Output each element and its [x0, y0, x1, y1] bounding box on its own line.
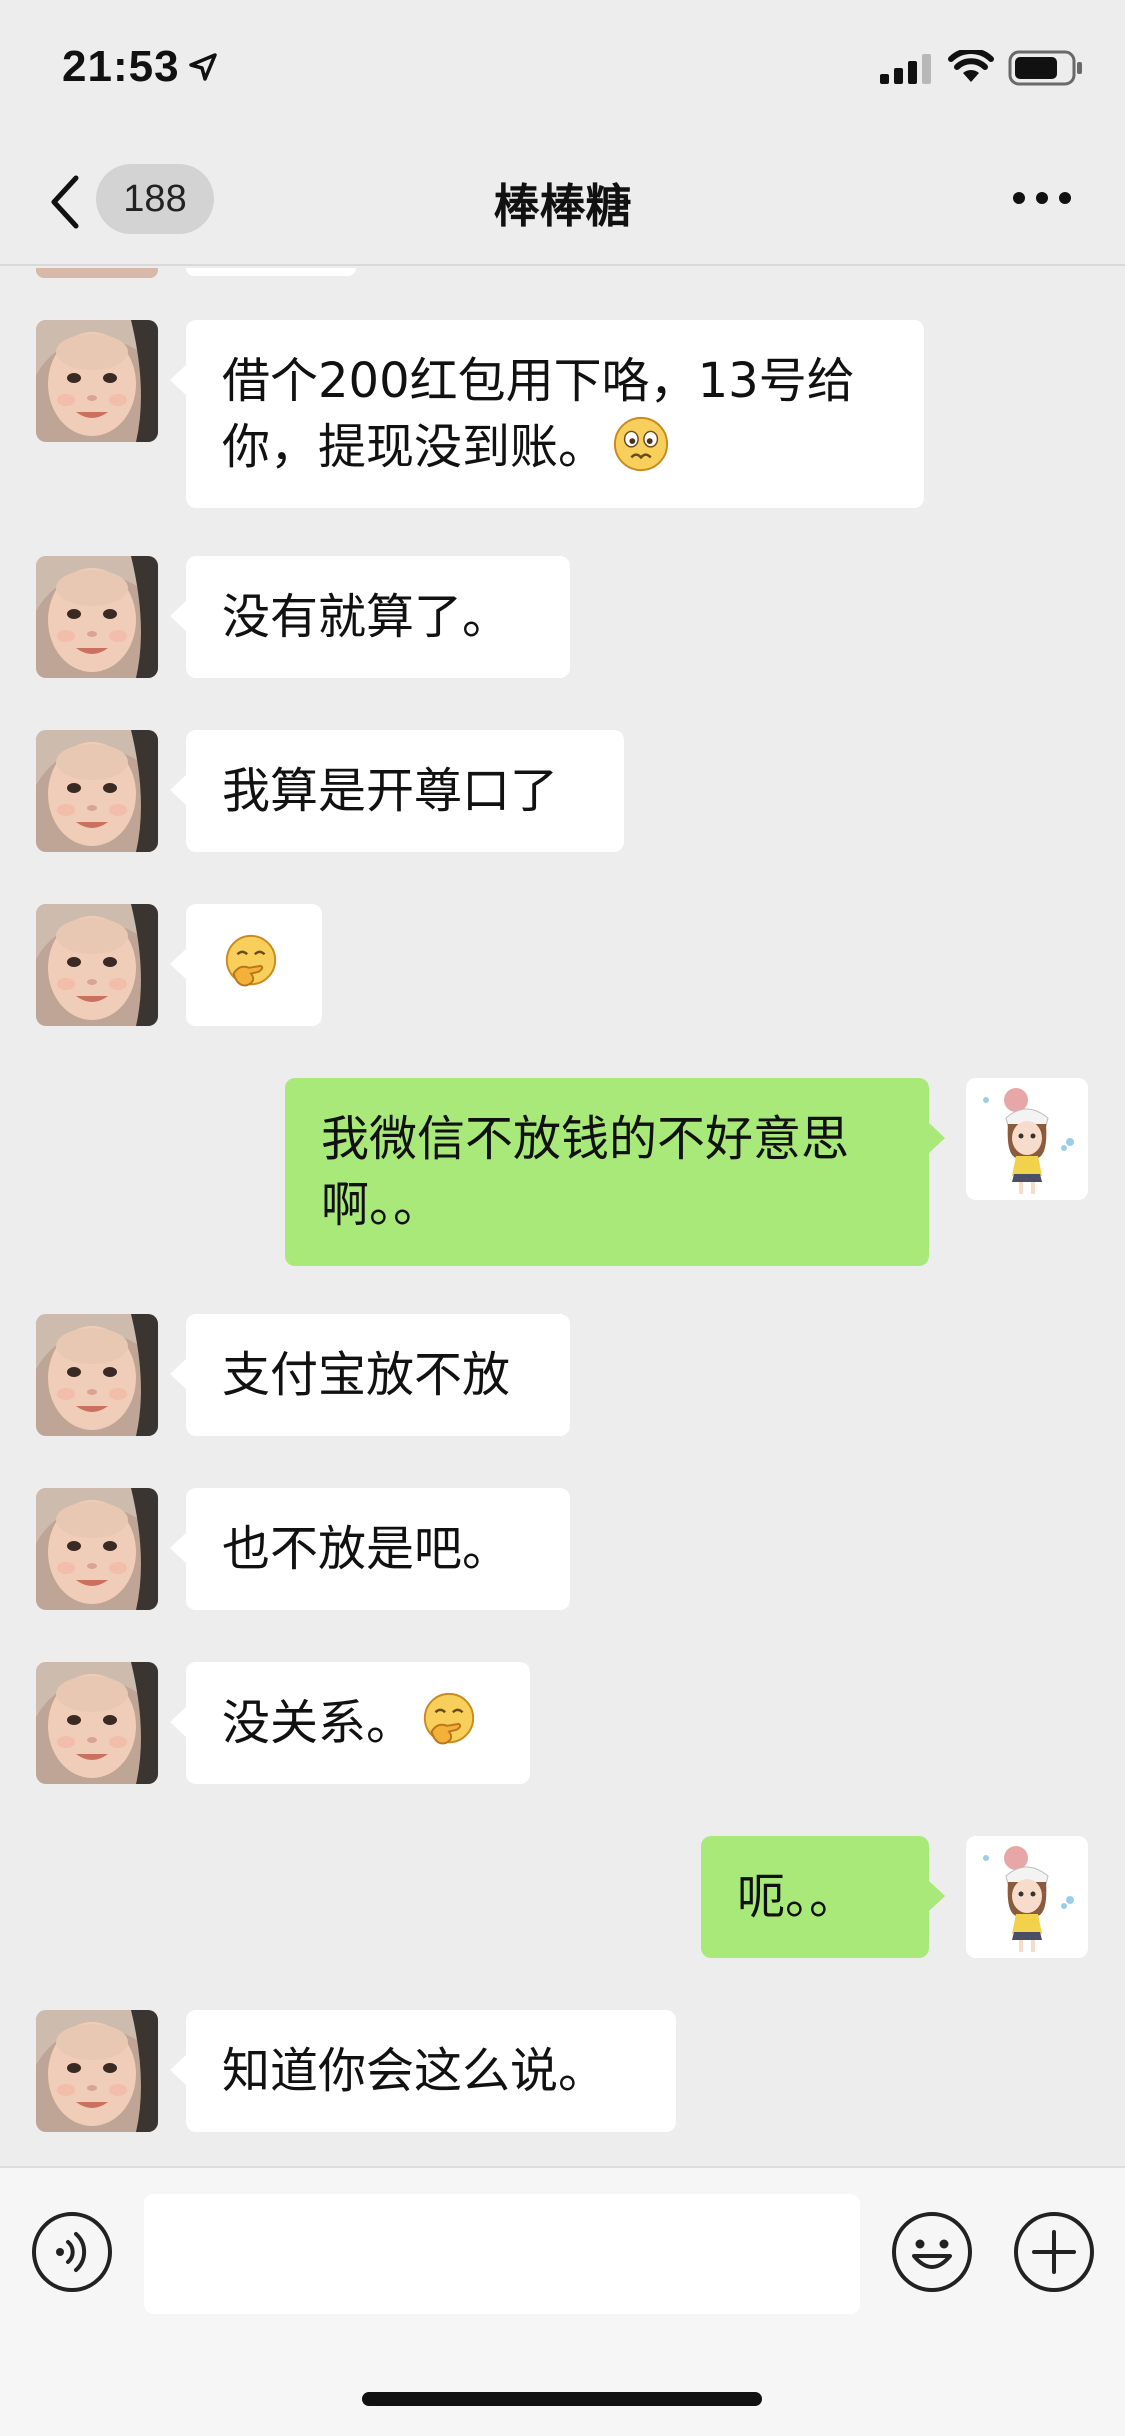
message-bubble-outgoing[interactable]: 我微信不放钱的不好意思 啊。。 [285, 1078, 945, 1266]
hand-over-mouth-face-emoji-icon [420, 1691, 478, 1749]
smiley-icon[interactable] [890, 2210, 974, 2298]
message-bubble[interactable]: 知道你会这么说。 [170, 2010, 676, 2132]
user-avatar[interactable] [966, 1078, 1088, 1200]
contact-avatar[interactable] [36, 730, 158, 852]
message-text-line: 支付宝放不放 [222, 1347, 511, 1403]
message-text-line: 借个200红包用下咯，13号给 [222, 353, 855, 409]
message-list[interactable]: 借个200红包用下咯，13号给 你，提现没到账。 没有就算了。 我算是开尊口了 … [0, 268, 1125, 2166]
contact-avatar[interactable] [36, 1488, 158, 1610]
message-text-line: 也不放是吧。 [222, 1521, 511, 1577]
message-text-line: 我算是开尊口了 [222, 763, 559, 819]
plus-circle-icon[interactable] [1012, 2210, 1096, 2298]
message-bubble-outgoing[interactable]: 呃。。 [701, 1836, 945, 1958]
message-text-line: 你，提现没到账。 [222, 414, 888, 480]
hand-over-mouth-face-emoji-icon [222, 933, 280, 991]
message-bubble[interactable]: 没关系。 [170, 1662, 530, 1784]
voice-icon[interactable] [30, 2210, 114, 2298]
message-bubble[interactable]: 支付宝放不放 [170, 1314, 570, 1436]
contact-avatar[interactable] [36, 904, 158, 1026]
chat-header: 188 棒棒糖 [0, 140, 1125, 266]
contact-avatar[interactable] [36, 556, 158, 678]
contact-avatar[interactable] [36, 1314, 158, 1436]
more-dots-icon[interactable] [1012, 190, 1072, 210]
message-text-line: 没有就算了。 [222, 589, 511, 645]
message-bubble[interactable] [170, 904, 322, 1026]
message-text-line: 呃。。 [737, 1869, 858, 1925]
wifi-icon [948, 48, 994, 88]
status-time: 21:53 [62, 42, 180, 91]
location-arrow-icon [188, 52, 218, 86]
message-bubble-partial [186, 268, 356, 276]
status-bar: 21:53 [0, 0, 1125, 140]
battery-icon [1008, 50, 1084, 90]
message-text-line: 知道你会这么说。 [222, 2043, 607, 2099]
contact-avatar[interactable] [36, 2010, 158, 2132]
contact-avatar[interactable] [36, 320, 158, 442]
avatar-partial [36, 268, 158, 278]
message-text-line: 我微信不放钱的不好意思 [321, 1111, 850, 1167]
message-text-line: 没关系。 [222, 1690, 494, 1756]
chat-title: 棒棒糖 [493, 179, 632, 233]
contact-avatar[interactable] [36, 1662, 158, 1784]
message-bubble[interactable]: 没有就算了。 [170, 556, 570, 678]
message-bubble[interactable]: 也不放是吧。 [170, 1488, 570, 1610]
message-bubble[interactable]: 我算是开尊口了 [170, 730, 624, 852]
home-indicator[interactable] [362, 2392, 762, 2406]
woozy-face-emoji-icon [612, 415, 670, 473]
message-bubble[interactable]: 借个200红包用下咯，13号给 你，提现没到账。 [170, 320, 924, 508]
user-avatar[interactable] [966, 1836, 1088, 1958]
message-input[interactable] [144, 2194, 860, 2314]
signal-icon [880, 54, 934, 88]
message-text-line: 啊。。 [321, 1177, 442, 1233]
